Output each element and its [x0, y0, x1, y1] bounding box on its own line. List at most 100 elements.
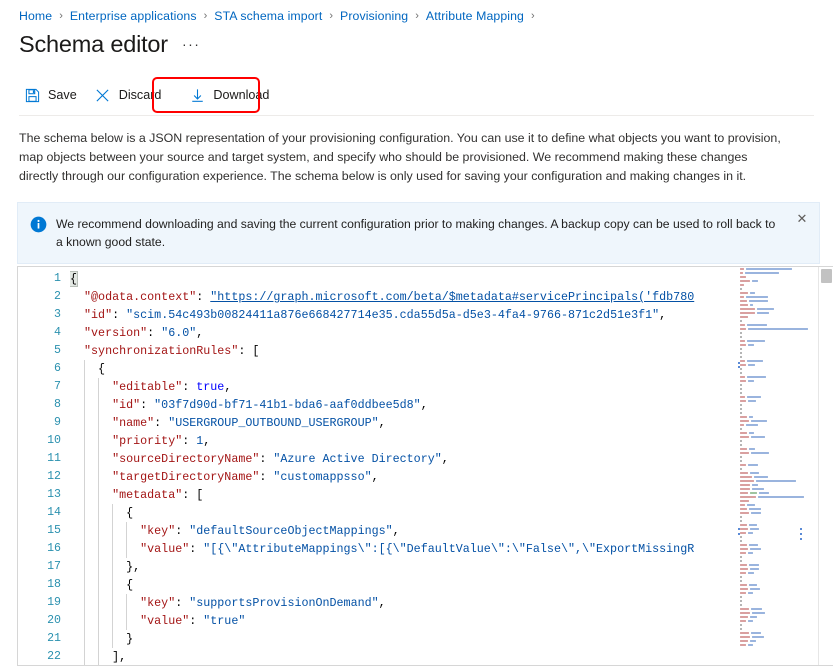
- code-line[interactable]: {: [70, 270, 833, 288]
- breadcrumb-item-3[interactable]: Provisioning: [340, 9, 408, 23]
- minimap-segment: [740, 492, 748, 494]
- line-number: 6: [54, 362, 61, 375]
- minimap-segment: [740, 336, 742, 338]
- more-actions-icon[interactable]: ···: [182, 36, 201, 52]
- code-token-punct: :: [196, 290, 211, 304]
- code-token-str: "customappsso": [273, 470, 372, 484]
- code-token-key: "metadata": [70, 488, 183, 502]
- code-token-punct: ,: [133, 560, 141, 574]
- code-line[interactable]: {: [70, 576, 833, 594]
- minimap-segment: [740, 404, 742, 406]
- minimap-segment: [751, 436, 765, 438]
- line-number: 1: [54, 272, 61, 285]
- minimap-segment: [740, 456, 742, 458]
- code-line[interactable]: },: [70, 558, 833, 576]
- code-line[interactable]: "id": "03f7d90d-bf71-41b1-bda6-aaf0ddbee…: [70, 396, 833, 414]
- minimap-segment: [740, 268, 744, 270]
- code-token-punct: ,: [119, 650, 127, 664]
- code-token-str: "scim.54c493b00824411a876e668427714e35.c…: [126, 308, 660, 322]
- code-line[interactable]: "priority": 1,: [70, 432, 833, 450]
- indent-guide: [98, 648, 100, 665]
- minimap-segment: [740, 348, 742, 350]
- minimap-segment: [740, 432, 747, 434]
- indent-guide: [126, 612, 128, 630]
- minimap-segment: [750, 528, 759, 530]
- minimap-segment: [740, 528, 748, 530]
- breadcrumb-item-0[interactable]: Home: [19, 9, 52, 23]
- code-line[interactable]: "editable": true,: [70, 378, 833, 396]
- code-line[interactable]: "key": "supportsProvisionOnDemand",: [70, 594, 833, 612]
- code-line[interactable]: "targetDirectoryName": "customappsso",: [70, 468, 833, 486]
- minimap-segment: [747, 340, 765, 342]
- save-button[interactable]: Save: [19, 80, 86, 110]
- minimap-segment: [740, 308, 755, 310]
- minimap-segment: [740, 372, 742, 374]
- minimap-segment: [750, 548, 761, 550]
- minimap-segment: [740, 332, 742, 334]
- indent-guide: [112, 612, 114, 630]
- code-token-key: "key": [70, 524, 176, 538]
- scrollbar-thumb[interactable]: [821, 269, 832, 283]
- breadcrumb-item-4[interactable]: Attribute Mapping: [426, 9, 524, 23]
- schema-json-editor[interactable]: 1 2 3 4 5 6 7 8 9 10 11 12 13 14 15 16 17 18 19 20 21 22 { "@…: [17, 266, 833, 666]
- minimap-segment: [740, 324, 745, 326]
- minimap-segment: [748, 572, 754, 574]
- minimap-segment: [751, 632, 761, 634]
- minimap-segment: [740, 352, 742, 354]
- code-line[interactable]: "metadata": [: [70, 486, 833, 504]
- minimap-segment: [740, 644, 746, 646]
- code-token-punct: :: [140, 398, 155, 412]
- minimap-segment: [740, 380, 746, 382]
- code-token-key: "version": [70, 326, 148, 340]
- code-token-str: "USERGROUP_OUTBOUND_USERGROUP": [168, 416, 379, 430]
- indent-guide: [98, 450, 100, 468]
- code-line[interactable]: {: [70, 504, 833, 522]
- minimap-segment: [749, 544, 758, 546]
- minimap-segment: [740, 436, 749, 438]
- line-number: 2: [54, 290, 61, 303]
- breadcrumb-item-2[interactable]: STA schema import: [214, 9, 322, 23]
- code-token-key: "name": [70, 416, 155, 430]
- minimap-segment: [740, 384, 742, 386]
- code-line[interactable]: "synchronizationRules": [: [70, 342, 833, 360]
- minimap-segment: [740, 444, 742, 446]
- minimap-segment: [740, 320, 742, 322]
- minimap-segment: [759, 492, 769, 494]
- discard-button[interactable]: Discard: [90, 80, 171, 110]
- minimap-segment: [740, 464, 746, 466]
- editor-vertical-scrollbar[interactable]: [818, 267, 833, 665]
- code-line[interactable]: "id": "scim.54c493b00824411a876e66842771…: [70, 306, 833, 324]
- indent-guide: [98, 558, 100, 576]
- code-content-area[interactable]: { "@odata.context": "https://graph.micro…: [70, 267, 833, 665]
- minimap-segment: [754, 476, 768, 478]
- code-line[interactable]: }: [70, 630, 833, 648]
- line-number: 4: [54, 326, 61, 339]
- download-button[interactable]: Download: [184, 80, 278, 110]
- minimap-segment: [746, 424, 758, 426]
- code-line[interactable]: "@odata.context": "https://graph.microso…: [70, 288, 833, 306]
- code-line[interactable]: {: [70, 360, 833, 378]
- minimap-segment: [740, 568, 748, 570]
- code-line[interactable]: "key": "defaultSourceObjectMappings",: [70, 522, 833, 540]
- minimap-segment: [740, 636, 750, 638]
- editor-minimap[interactable]: [737, 267, 816, 665]
- indent-guide: [98, 612, 100, 630]
- code-line[interactable]: "version": "6.0",: [70, 324, 833, 342]
- minimap-segment: [748, 644, 753, 646]
- code-line[interactable]: "value": "true": [70, 612, 833, 630]
- code-line[interactable]: "name": "USERGROUP_OUTBOUND_USERGROUP",: [70, 414, 833, 432]
- code-line[interactable]: ],: [70, 648, 833, 665]
- minimap-segment: [740, 516, 742, 518]
- minimap-segment: [740, 448, 747, 450]
- indent-guide: [84, 558, 86, 576]
- minimap-segment: [749, 300, 768, 302]
- minimap-segment: [740, 580, 742, 582]
- code-line[interactable]: "sourceDirectoryName": "Azure Active Dir…: [70, 450, 833, 468]
- minimap-segment: [740, 272, 743, 274]
- breadcrumb-item-1[interactable]: Enterprise applications: [70, 9, 197, 23]
- indent-guide: [98, 630, 100, 648]
- minimap-segment: [748, 328, 808, 330]
- minimap-segment: [747, 376, 766, 378]
- banner-close-icon[interactable]: ✕: [793, 209, 811, 227]
- code-line[interactable]: "value": "[{\"AttributeMappings\":[{\"De…: [70, 540, 833, 558]
